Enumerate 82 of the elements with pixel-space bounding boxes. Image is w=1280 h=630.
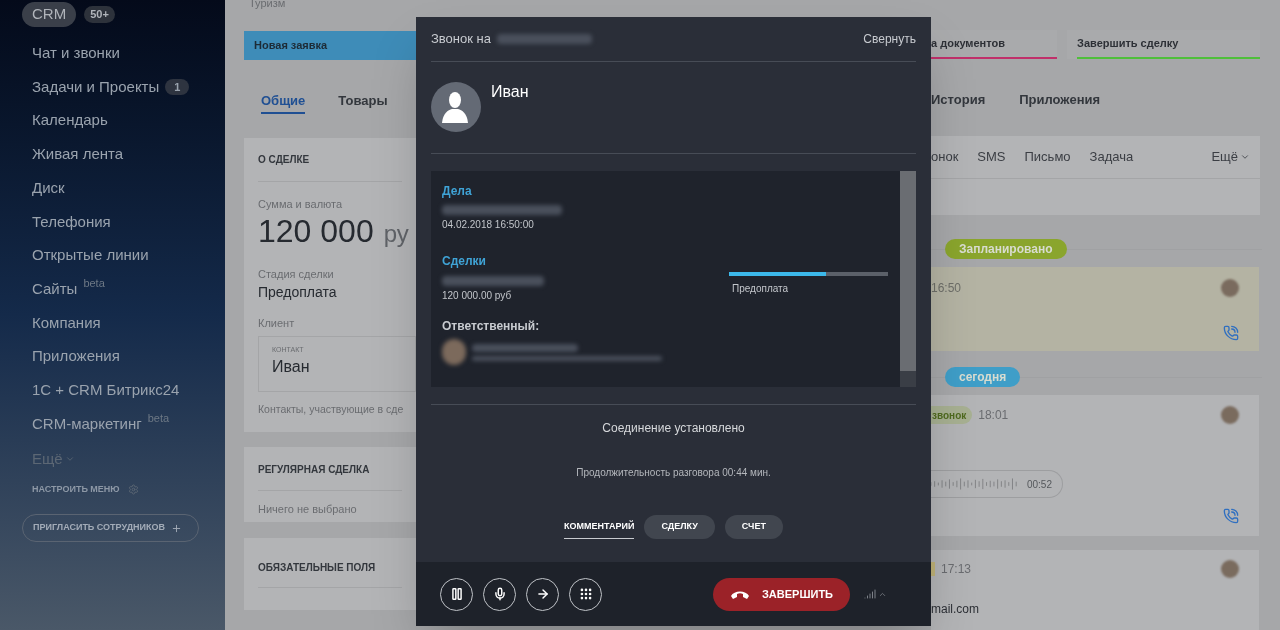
form-tab[interactable]: СЧЕТ [724,515,783,539]
pause-icon [449,587,464,601]
minimize-button[interactable]: Свернуть [863,30,916,48]
activity-tab[interactable]: SMS [977,147,1006,167]
field-value: Ничего не выбрано [258,502,358,517]
menu-item[interactable]: Диск [32,176,65,200]
microphone-icon [492,587,507,601]
section-tab[interactable]: История [931,89,986,114]
section-title: О СДЕЛКЕ [258,138,402,182]
avatar-placeholder [1221,406,1239,424]
deal-stage: Предоплата [732,282,790,296]
counter-badge: 1 [165,78,190,96]
activity-time: 16:50 [931,280,962,297]
category-label: Туризм [248,0,287,10]
keypad-icon [578,587,593,601]
activity-date: 04.02.2018 16:50:00 [442,218,535,232]
hangup-icon [729,589,750,599]
beta-label: beta [83,275,105,291]
settings-icon [127,484,139,495]
phone-icon [1223,508,1239,524]
notification-badge: 50+ [84,6,115,23]
dialog-title: Звонок на [431,30,491,49]
form-tab[interactable]: СДЕЛКУ [644,515,715,539]
email-address: mail.com [931,601,979,618]
field-label: Сумма и валюта [258,197,344,212]
field-label: Стадия сделки [258,266,335,282]
menu-item[interactable]: Телефония [32,210,111,234]
call-tag: звонок [931,406,973,424]
activity-tab[interactable]: Задача [1089,147,1134,167]
scrollbar[interactable] [900,171,916,387]
menu-item[interactable]: Приложения [32,345,120,368]
section-tab[interactable]: Общие [261,90,306,114]
call-duration: Продолжительность разговора 00:44 мин. [576,466,771,480]
activity-time: 18:01 [978,407,1009,424]
deal-amount: 120 000.00 руб [442,289,513,303]
beta-label: beta [147,410,170,426]
field-label: Клиент [258,316,296,331]
avatar-placeholder [442,339,466,365]
activities-heading: Дела [442,183,473,200]
amount-value: 120 000 [258,212,374,249]
menu-item[interactable]: 1С + CRM Битрикс24 [32,378,180,402]
more-dropdown[interactable]: Ещё [1211,147,1250,167]
activity-tab[interactable]: Письмо [1024,147,1071,167]
plus-icon [171,522,183,534]
deals-heading: Сделки [442,253,487,270]
menu-item[interactable]: Компания [32,311,101,335]
stage-step[interactable]: Новая заявка [244,31,416,60]
responsible-heading: Ответственный: [442,318,541,335]
menu-item[interactable]: Задачи и Проекты [32,75,160,99]
contact-name: Иван [272,357,311,377]
signal-icon[interactable] [864,588,876,600]
avatar-placeholder [1221,560,1239,578]
contacts-note: Контакты, участвующие в сде [258,401,405,417]
section-tab[interactable]: Приложения [1019,89,1101,114]
comment-field[interactable] [931,179,1260,215]
phone-icon [1223,325,1239,341]
menu-item[interactable]: Живая лента [32,143,124,166]
form-tab[interactable]: КОММЕНТАРИЙ [564,515,635,539]
crm-logo[interactable]: CRM [22,2,77,27]
section-tab[interactable]: Товары [338,90,388,114]
menu-item[interactable]: Календарь [32,109,108,132]
menu-item[interactable]: Сайты [32,277,78,301]
activity-time: 17:13 [941,561,972,578]
contact-name: Иван [491,82,529,102]
menu-item[interactable]: Открытые линии [32,244,149,267]
menu-item[interactable]: CRM-маркетинг [32,412,142,436]
timeline-label: Запланировано [945,239,1067,259]
connection-status: Соединение установлено [602,420,745,437]
configure-menu-link[interactable]: НАСТРОИТЬ МЕНЮ [32,482,120,497]
menu-item[interactable]: Чат и звонки [32,42,120,65]
email-tag [931,562,935,576]
audio-duration: 00:52 [1026,477,1052,492]
avatar-placeholder [1221,279,1239,297]
currency-value: ру [383,218,409,249]
stage-value: Предоплата [258,283,338,302]
user-silhouette-icon [431,82,481,132]
arrow-icon [535,587,550,601]
section-title: РЕГУЛЯРНАЯ СДЕЛКА [258,447,402,491]
hangup-button[interactable]: ЗАВЕРШИТЬ [713,577,850,611]
timeline-label: сегодня [945,367,1021,387]
activity-tab[interactable]: онок [931,147,959,167]
section-title: ОБЯЗАТЕЛЬНЫЕ ПОЛЯ [258,538,402,588]
